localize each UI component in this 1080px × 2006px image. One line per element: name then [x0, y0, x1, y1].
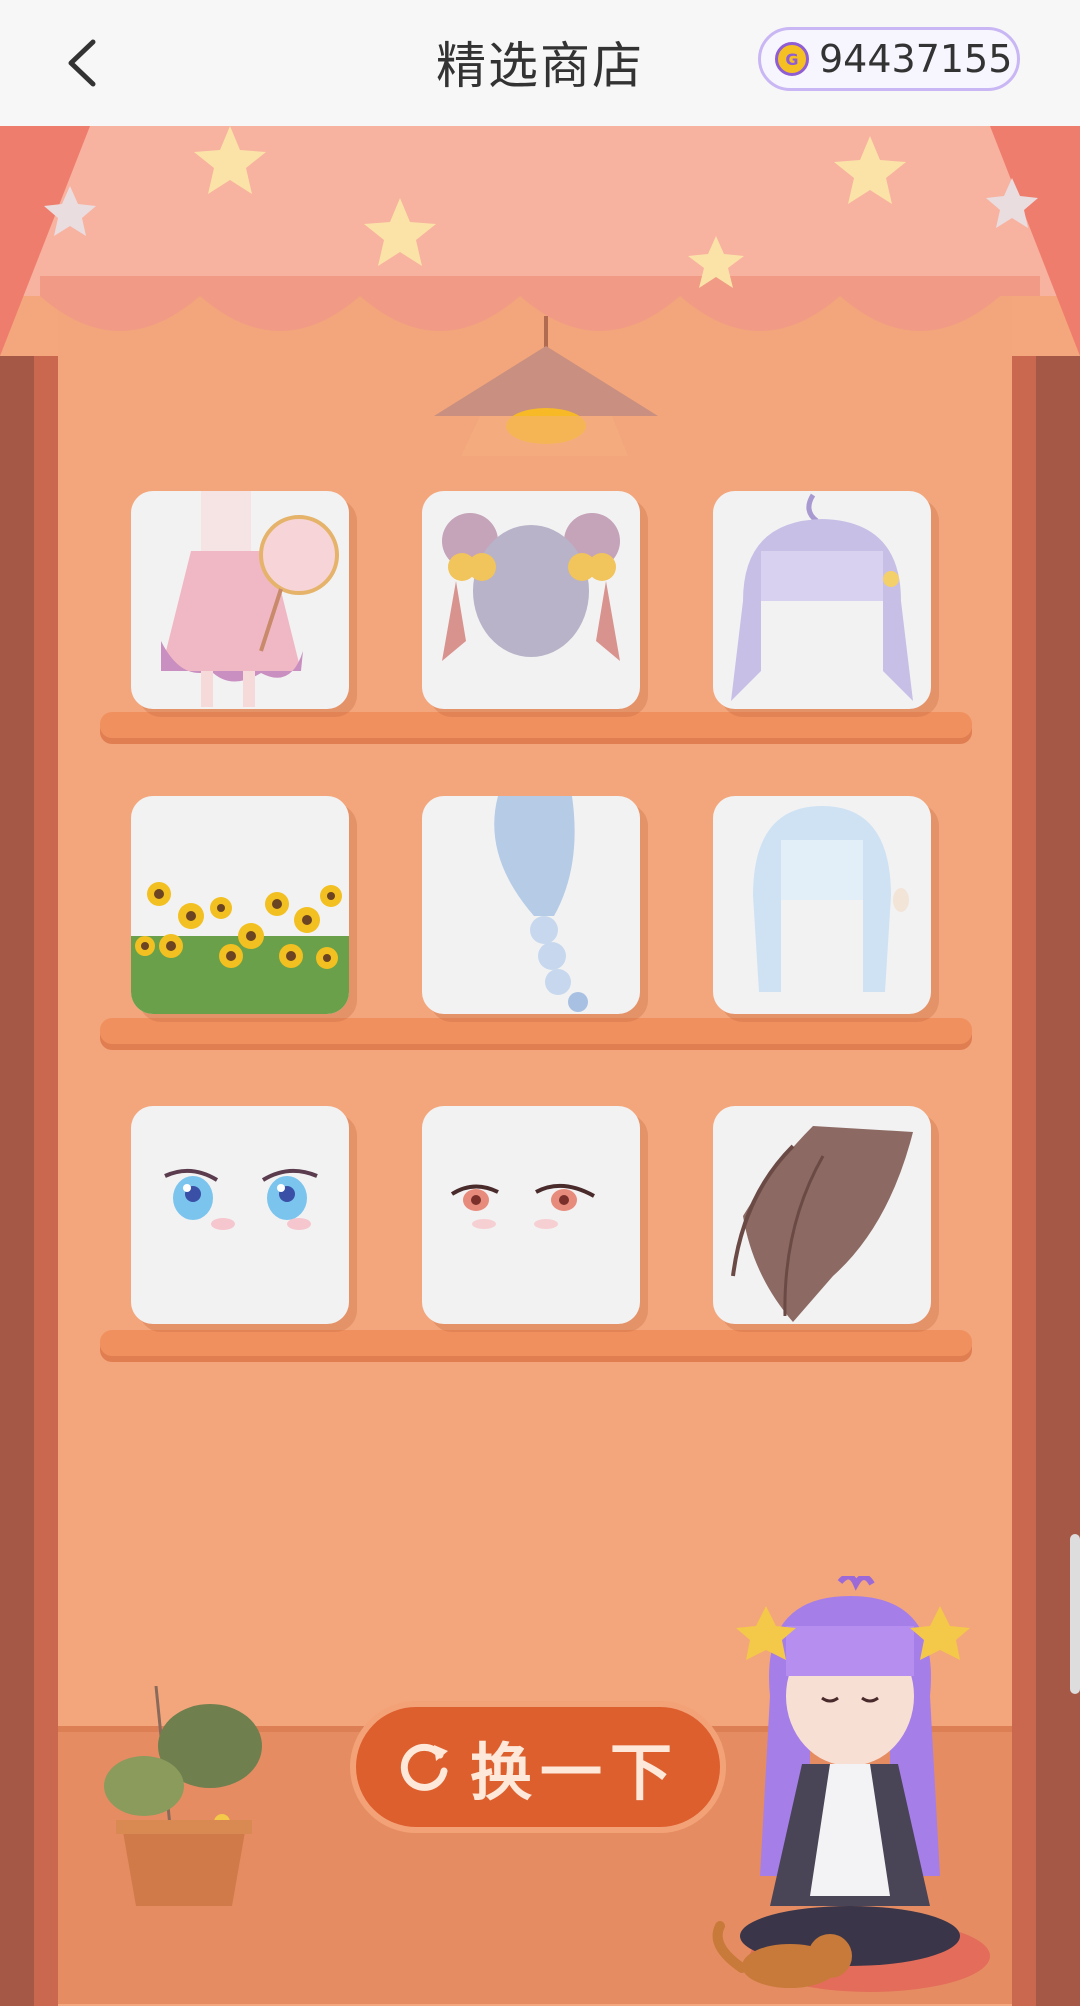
- blue-hair-icon: [753, 806, 909, 992]
- coin-icon-letter: G: [785, 49, 799, 69]
- mascot-character: [712, 1576, 990, 1992]
- shop-item-bun-hair[interactable]: [422, 491, 640, 709]
- bun-hair-icon: [442, 513, 620, 661]
- red-eyes-icon: [450, 1184, 595, 1229]
- ceiling-lamp: [434, 316, 658, 456]
- scrollbar[interactable]: [1070, 1534, 1080, 1694]
- shop-item-lavender-hair[interactable]: [713, 491, 931, 709]
- shelf-1: [100, 712, 972, 738]
- coin-balance: 94437155: [819, 37, 1013, 81]
- left-wall-inner: [34, 356, 58, 2006]
- shop-item-sunflowers[interactable]: [131, 796, 349, 1014]
- sunflower-icon: [131, 882, 349, 1014]
- refresh-button[interactable]: 换一下: [350, 1701, 726, 1833]
- coin-balance-pill[interactable]: G 94437155: [758, 27, 1020, 91]
- coin-icon: G: [775, 42, 809, 76]
- pink-dress-icon: [161, 491, 339, 707]
- shop-item-brown-hair[interactable]: [713, 1106, 931, 1324]
- shop-scene: 换一下: [0, 126, 1080, 2006]
- right-wall: [1030, 356, 1080, 2006]
- refresh-icon: [400, 1743, 448, 1791]
- top-bar: 精选商店 G 94437155: [0, 0, 1080, 126]
- braid-hair-icon: [494, 796, 588, 1012]
- shop-item-blue-eyes[interactable]: [131, 1106, 349, 1324]
- shop-item-red-eyes[interactable]: [422, 1106, 640, 1324]
- lavender-hair-icon: [731, 493, 913, 701]
- brown-hair-icon: [731, 1126, 913, 1322]
- shop-item-blue-hair[interactable]: [713, 796, 931, 1014]
- potted-plant: [104, 1686, 262, 1906]
- shelf-2: [100, 1018, 972, 1044]
- shop-item-braid-hair[interactable]: [422, 796, 640, 1014]
- blue-eyes-icon: [164, 1168, 318, 1230]
- shelf-3: [100, 1330, 972, 1356]
- shop-item-pink-dress[interactable]: [131, 491, 349, 709]
- refresh-label: 换一下: [469, 1736, 680, 1809]
